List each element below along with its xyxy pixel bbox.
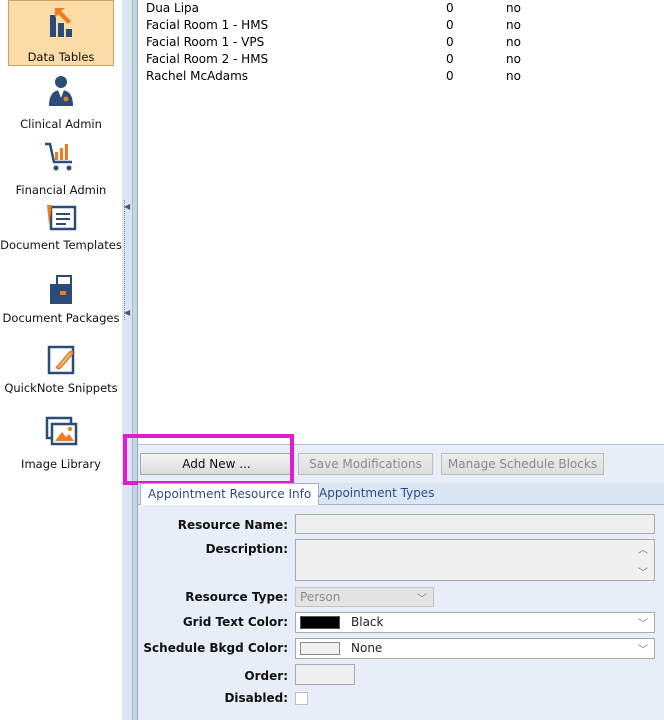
- chevron-down-icon: ﹀: [638, 645, 648, 656]
- resource-list[interactable]: Dua Lipa 0 no Facial Room 1 - HMS 0 no F…: [138, 0, 664, 445]
- table-row[interactable]: Facial Room 1 - VPS 0 no: [146, 34, 656, 51]
- document-template-icon: [43, 203, 79, 233]
- row-name: Facial Room 2 - HMS: [146, 52, 269, 66]
- resource-type-value: Person: [300, 590, 341, 604]
- sidebar-item-label: Clinical Admin: [20, 117, 102, 131]
- chevron-down-icon: ﹀: [417, 594, 427, 605]
- description-textarea[interactable]: ︿ ﹀: [295, 539, 655, 581]
- tab-bar: Appointment Resource Info Appointment Ty…: [138, 483, 664, 505]
- highlight-box: [123, 434, 294, 485]
- sidebar-splitter[interactable]: ◀ ◀: [122, 0, 133, 720]
- manage-schedule-blocks-button[interactable]: Manage Schedule Blocks: [441, 453, 604, 475]
- scroll-down-icon[interactable]: ﹀: [638, 564, 648, 579]
- order-input[interactable]: [295, 664, 355, 685]
- sidebar-item-data-tables[interactable]: Data Tables: [8, 0, 114, 66]
- resource-form: Resource Name: Description: ︿ ﹀ Resource…: [138, 505, 664, 720]
- sidebar-item-label: Data Tables: [27, 50, 95, 64]
- disabled-label: Disabled:: [224, 691, 288, 705]
- sidebar-item-document-templates[interactable]: Document Templates: [0, 203, 122, 267]
- description-label: Description:: [205, 542, 288, 556]
- color-swatch: [300, 642, 340, 655]
- sidebar-item-label: Financial Admin: [15, 183, 107, 197]
- grid-text-color-value: Black: [351, 615, 384, 629]
- grid-text-color-label: Grid Text Color:: [182, 615, 288, 629]
- table-row[interactable]: Facial Room 2 - HMS 0 no: [146, 51, 656, 68]
- sidebar-item-document-packages[interactable]: Document Packages: [0, 274, 122, 338]
- row-flag: no: [506, 69, 521, 83]
- resource-name-label: Resource Name:: [177, 518, 288, 532]
- row-count: 0: [446, 1, 454, 15]
- scroll-up-icon[interactable]: ︿: [638, 541, 648, 556]
- schedule-bkgd-color-label: Schedule Bkgd Color:: [143, 641, 288, 655]
- tab-appointment-types[interactable]: Appointment Types: [312, 483, 441, 504]
- table-row[interactable]: Dua Lipa 0 no: [146, 0, 656, 17]
- resource-name-input[interactable]: [295, 514, 655, 534]
- document-package-icon: [43, 274, 79, 306]
- resource-type-label: Resource Type:: [185, 590, 288, 604]
- sidebar-item-financial-admin[interactable]: Financial Admin: [0, 138, 122, 198]
- row-count: 0: [446, 52, 454, 66]
- tab-appointment-resource-info[interactable]: Appointment Resource Info: [140, 483, 320, 505]
- table-row[interactable]: Facial Room 1 - HMS 0 no: [146, 17, 656, 34]
- row-flag: no: [506, 1, 521, 15]
- row-count: 0: [446, 18, 454, 32]
- sidebar-item-label: Image Library: [21, 457, 101, 471]
- row-name: Rachel McAdams: [146, 69, 249, 83]
- cart-icon: [43, 138, 79, 174]
- grid-text-color-select[interactable]: Black ﹀: [295, 612, 655, 633]
- sidebar-item-label: Document Packages: [2, 311, 120, 325]
- image-library-icon: [43, 416, 79, 448]
- resource-type-select[interactable]: Person ﹀: [295, 587, 434, 607]
- disabled-checkbox[interactable]: [295, 692, 308, 705]
- chevron-down-icon: ﹀: [638, 619, 648, 630]
- sidebar-item-clinical-admin[interactable]: Clinical Admin: [0, 74, 122, 134]
- save-modifications-button[interactable]: Save Modifications: [298, 453, 433, 475]
- sidebar-item-image-library[interactable]: Image Library: [0, 416, 122, 476]
- doctor-icon: [43, 74, 79, 110]
- schedule-bkgd-color-value: None: [351, 641, 383, 655]
- row-name: Facial Room 1 - HMS: [146, 18, 269, 32]
- data-tables-icon: [43, 5, 79, 41]
- row-name: Dua Lipa: [146, 1, 200, 15]
- sidebar-item-label: Document Templates: [0, 238, 122, 252]
- row-count: 0: [446, 35, 454, 49]
- table-row[interactable]: Rachel McAdams 0 no: [146, 68, 656, 85]
- color-swatch: [300, 616, 340, 629]
- order-label: Order:: [244, 669, 288, 683]
- row-count: 0: [446, 69, 454, 83]
- sidebar-item-quicknote-snippets[interactable]: QuickNote Snippets: [0, 344, 122, 410]
- row-flag: no: [506, 18, 521, 32]
- schedule-bkgd-color-select[interactable]: None ﹀: [295, 638, 655, 659]
- quicknote-icon: [43, 344, 79, 376]
- splitter-grip[interactable]: [124, 200, 130, 320]
- row-flag: no: [506, 52, 521, 66]
- collapse-arrow-icon[interactable]: ◀: [124, 308, 130, 317]
- sidebar: Data Tables Clinical Admin Financial Adm: [0, 0, 123, 720]
- row-flag: no: [506, 35, 521, 49]
- sidebar-item-label: QuickNote Snippets: [4, 381, 118, 395]
- row-name: Facial Room 1 - VPS: [146, 35, 265, 49]
